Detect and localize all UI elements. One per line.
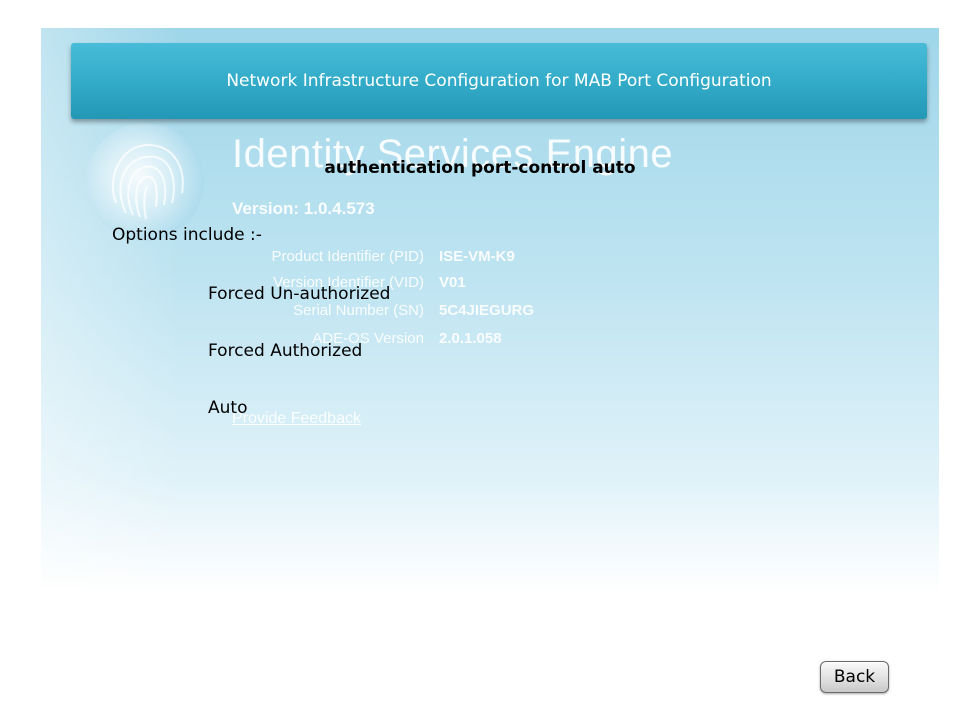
background-info-value: V01: [439, 274, 466, 291]
option-forced-unauthorized: Forced Un-authorized: [208, 284, 391, 304]
back-button[interactable]: Back: [820, 661, 889, 693]
option-forced-authorized: Forced Authorized: [208, 341, 363, 361]
option-auto: Auto: [208, 398, 248, 418]
background-info-label: Product Identifier (PID): [271, 248, 424, 265]
background-info-label: Serial Number (SN): [293, 302, 424, 319]
slide-title: Network Infrastructure Configuration for…: [226, 71, 772, 91]
fingerprint-globe-icon: [86, 123, 204, 241]
background-info-value: ISE-VM-K9: [439, 248, 515, 265]
background-version: Version: 1.0.4.573: [232, 199, 375, 218]
command-text: authentication port-control auto: [324, 158, 636, 178]
options-heading: Options include :-: [112, 225, 262, 245]
background-info-value: 2.0.1.058: [439, 330, 502, 347]
background-info-value: 5C4JIEGURG: [439, 302, 535, 319]
title-banner: Network Infrastructure Configuration for…: [71, 43, 927, 119]
background-feedback-link: Provide Feedback: [232, 410, 361, 427]
